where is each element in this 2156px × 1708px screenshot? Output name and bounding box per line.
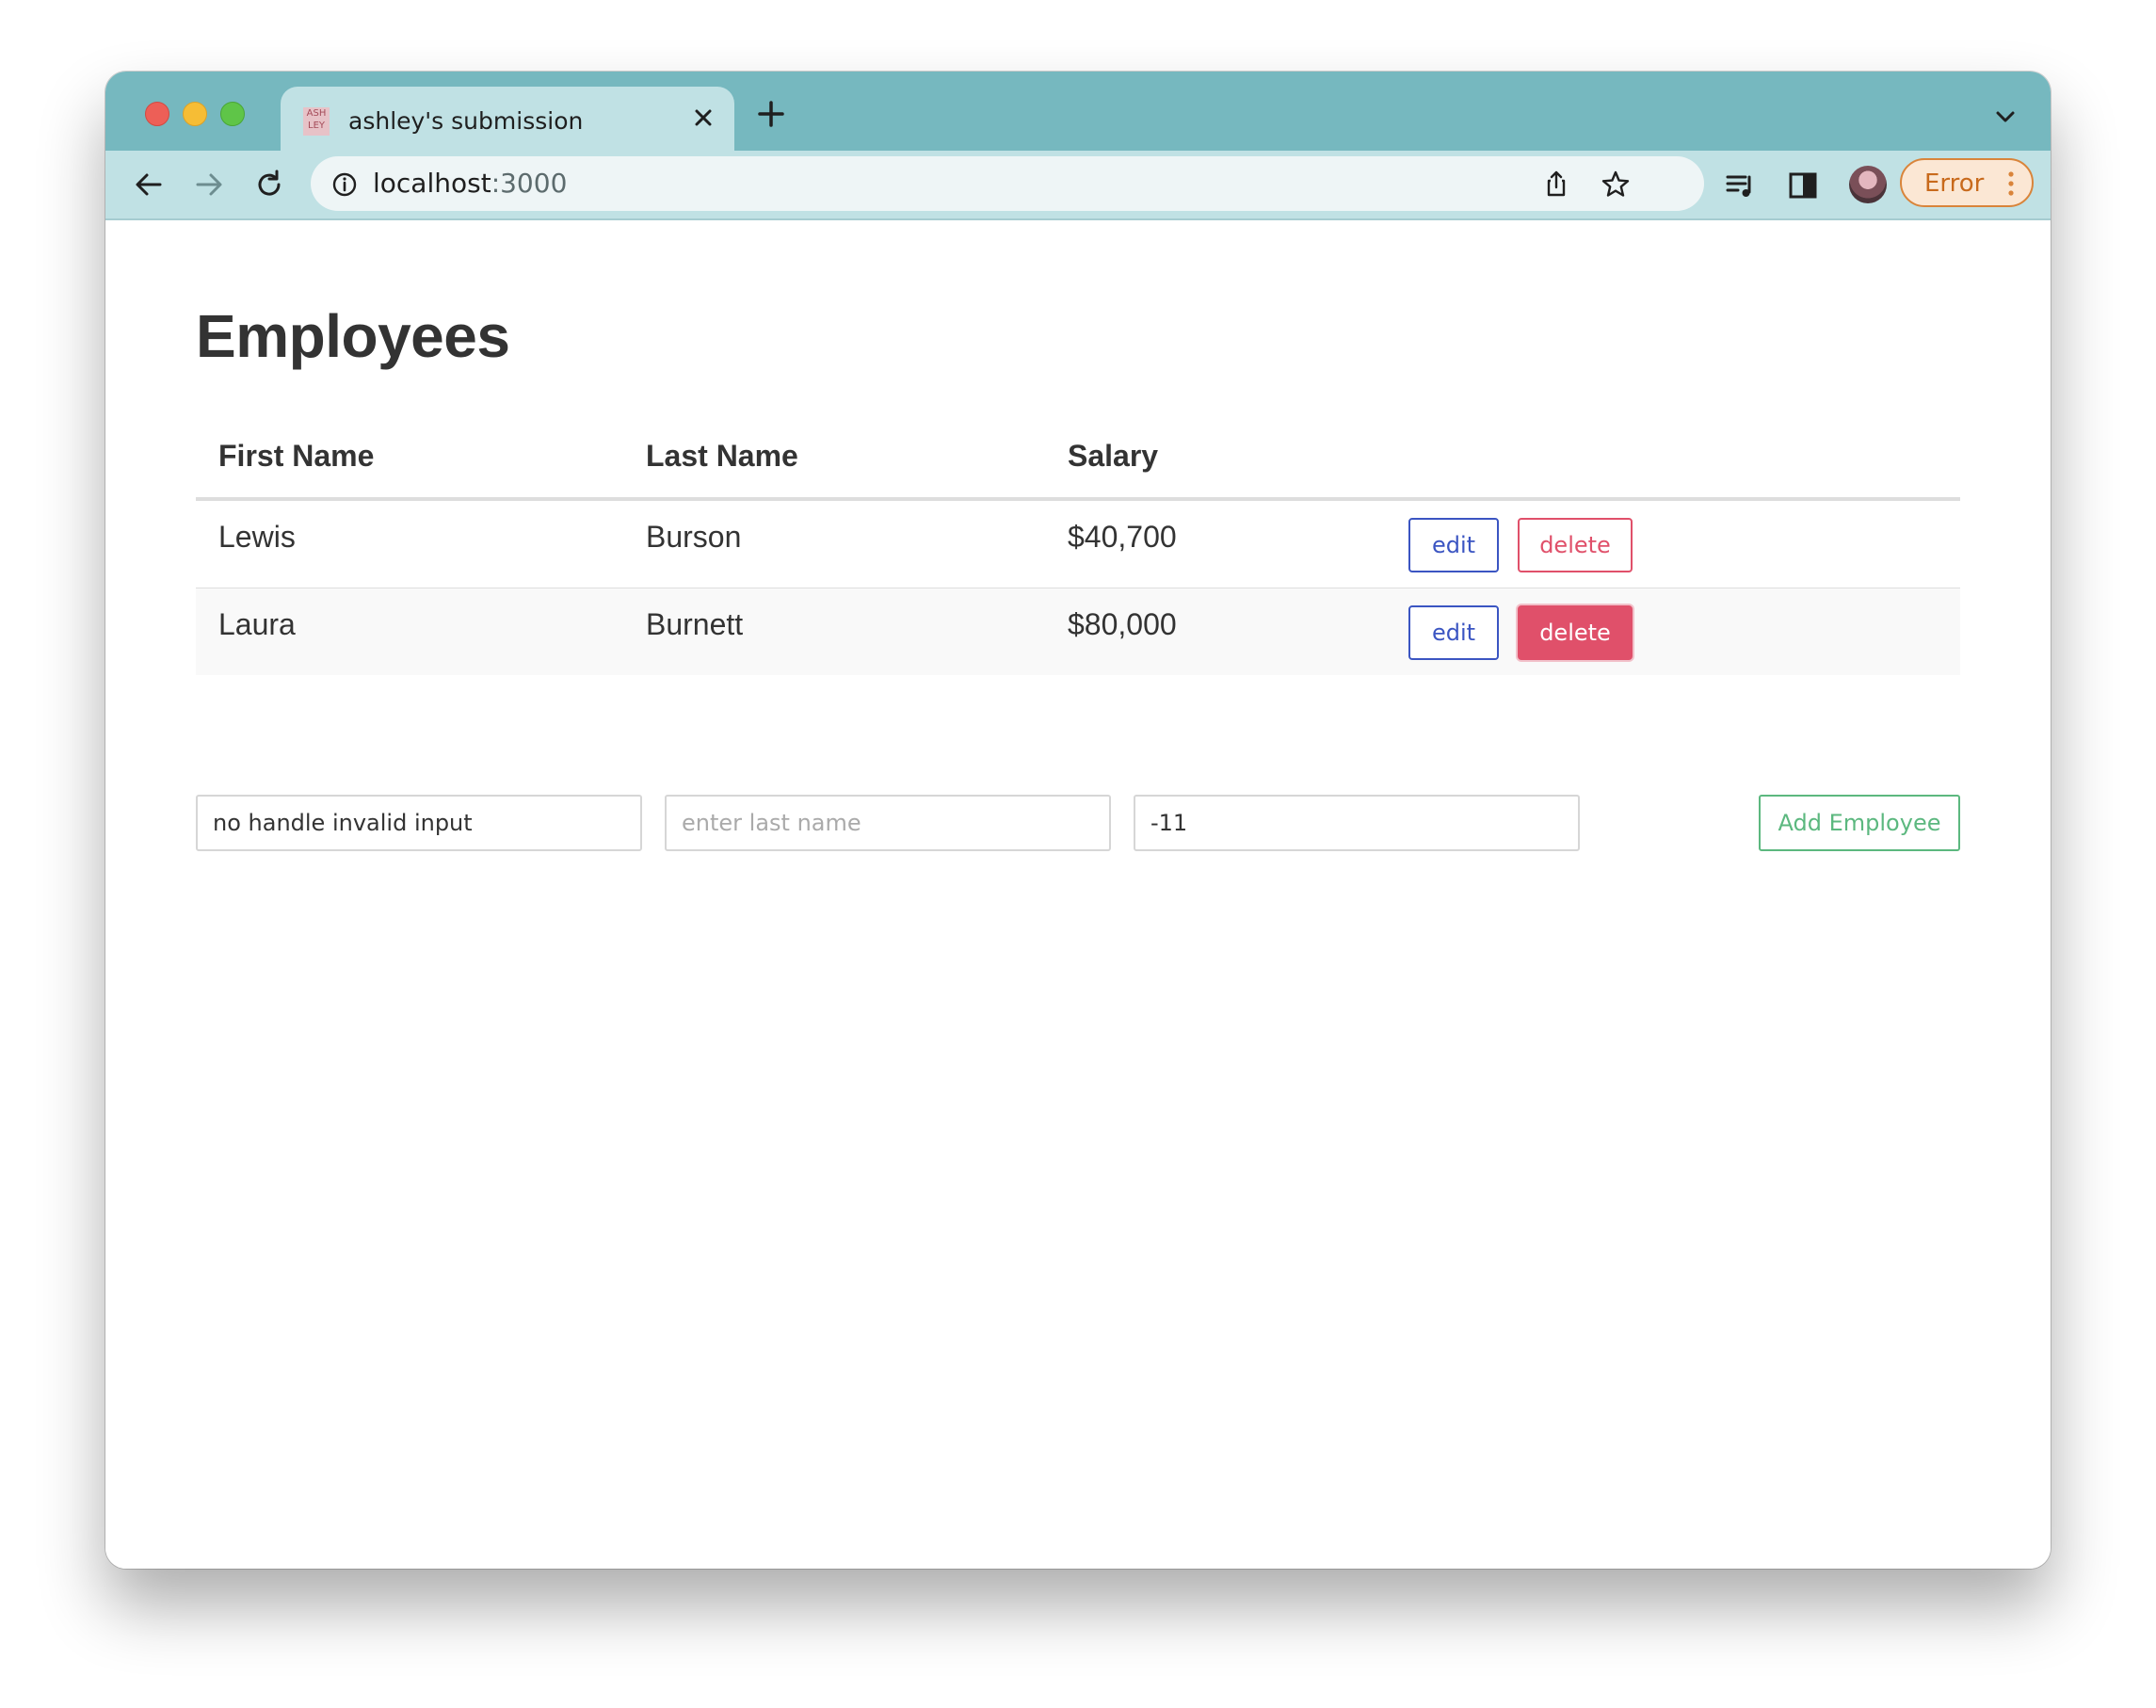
bookmark-star-icon[interactable]: [1601, 169, 1631, 200]
share-icon[interactable]: [1542, 169, 1570, 198]
zoom-window-button[interactable]: [220, 102, 245, 126]
cell-first-name: Laura: [218, 607, 296, 641]
cell-last-name: Burnett: [646, 607, 744, 641]
url-text: localhost:3000: [373, 168, 567, 199]
more-menu-icon[interactable]: [2005, 169, 2017, 198]
tab-favicon-icon: ASH LEY: [303, 107, 330, 136]
delete-button[interactable]: delete: [1518, 605, 1633, 660]
profile-error-button[interactable]: Error: [1900, 158, 2034, 207]
edit-button[interactable]: edit: [1408, 518, 1499, 572]
browser-window: ASH LEY ashley's submission localhost:30…: [105, 72, 2051, 1569]
close-tab-icon[interactable]: [687, 102, 719, 134]
last-name-input[interactable]: [665, 795, 1111, 851]
site-info-icon[interactable]: [331, 171, 358, 198]
employees-table: First Name Last Name Salary Lewis Burson…: [196, 429, 1960, 675]
address-bar[interactable]: localhost:3000: [311, 156, 1704, 211]
back-arrow-icon[interactable]: [132, 168, 166, 201]
column-header-first-name: First Name: [218, 439, 375, 473]
chevron-down-icon[interactable]: [1992, 104, 2019, 130]
reload-icon[interactable]: [252, 168, 286, 201]
url-host: localhost: [373, 168, 491, 199]
table-row: Laura Burnett $80,000 edit delete: [196, 588, 1960, 675]
browser-tab[interactable]: ASH LEY ashley's submission: [281, 87, 734, 151]
forward-arrow-icon[interactable]: [192, 168, 226, 201]
add-employee-button[interactable]: Add Employee: [1759, 795, 1960, 851]
media-playlist-icon[interactable]: [1725, 169, 1757, 201]
close-window-button[interactable]: [145, 102, 169, 126]
column-header-last-name: Last Name: [646, 439, 798, 473]
page-title: Employees: [196, 302, 510, 370]
title-bar: ASH LEY ashley's submission: [105, 72, 2051, 151]
cell-last-name: Burson: [646, 520, 742, 554]
profile-avatar[interactable]: [1849, 166, 1887, 203]
table-row: Lewis Burson $40,700 edit delete: [196, 501, 1960, 588]
cell-salary: $40,700: [1068, 520, 1177, 554]
minimize-window-button[interactable]: [183, 102, 207, 126]
first-name-input[interactable]: [196, 795, 642, 851]
url-port: :3000: [491, 168, 568, 199]
new-tab-icon[interactable]: [755, 98, 787, 130]
tab-title: ashley's submission: [348, 107, 584, 135]
browser-toolbar: localhost:3000 Error: [105, 151, 2051, 220]
column-header-salary: Salary: [1068, 439, 1159, 473]
salary-input[interactable]: [1134, 795, 1580, 851]
side-panel-icon[interactable]: [1787, 169, 1819, 201]
edit-button[interactable]: edit: [1408, 605, 1499, 660]
cell-first-name: Lewis: [218, 520, 296, 554]
page-content: Employees First Name Last Name Salary Le…: [105, 220, 2051, 1569]
cell-salary: $80,000: [1068, 607, 1177, 641]
error-label: Error: [1924, 169, 1985, 198]
table-header: First Name Last Name Salary: [196, 429, 1960, 501]
delete-button[interactable]: delete: [1518, 518, 1633, 572]
